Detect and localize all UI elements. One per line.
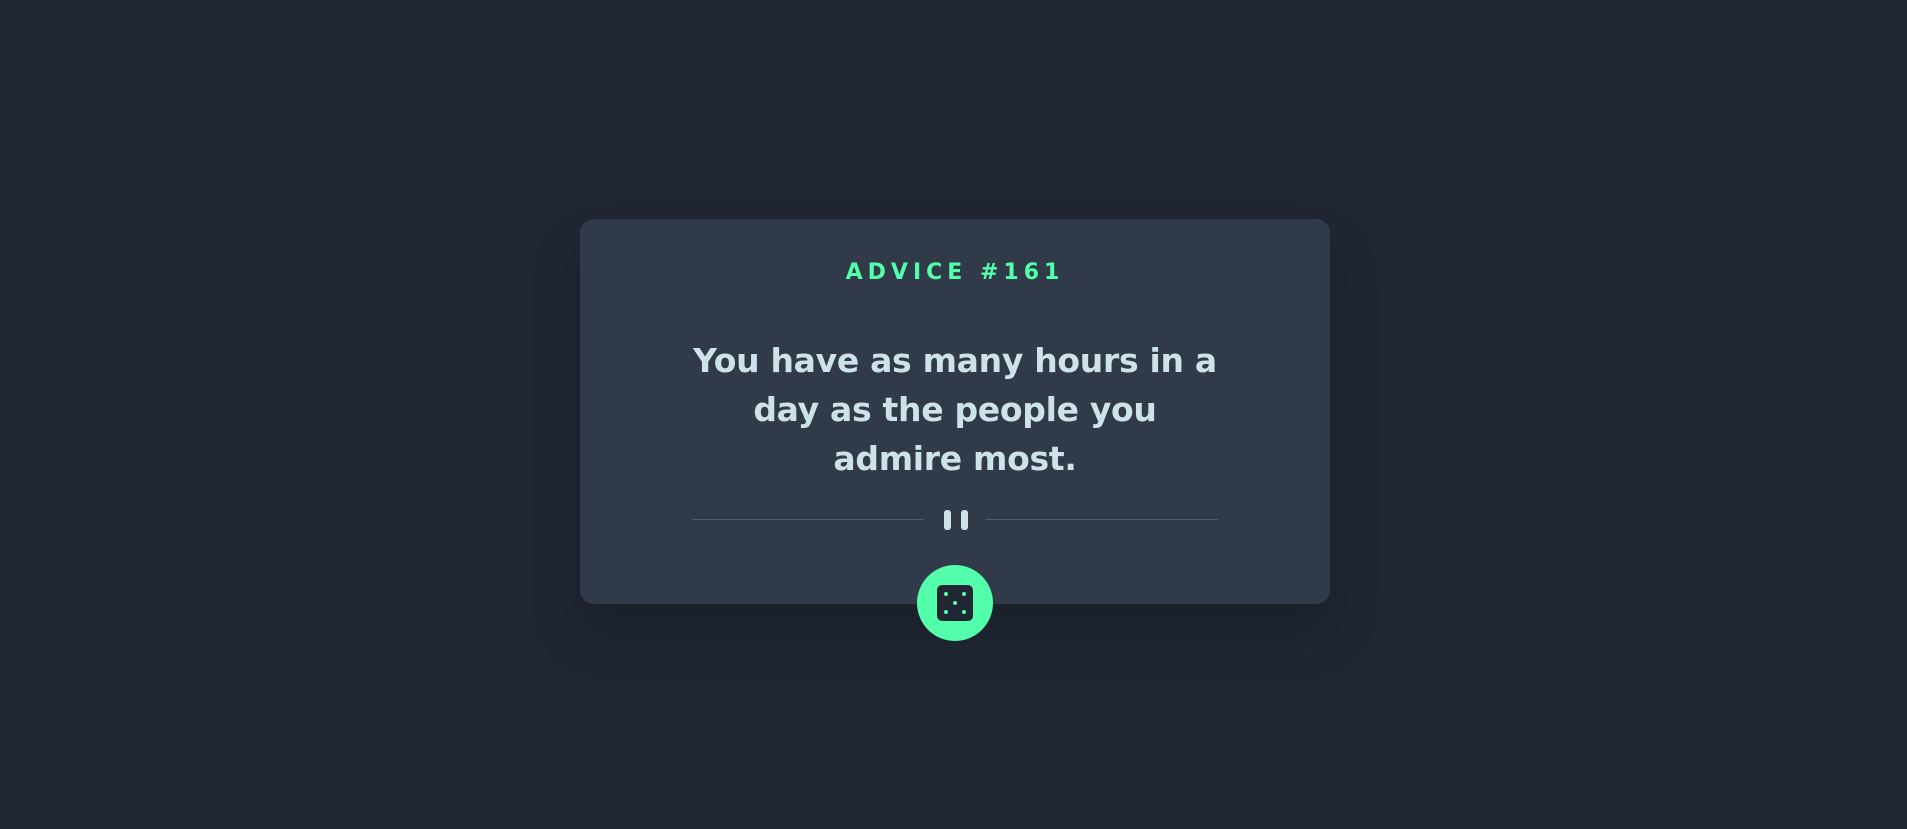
divider-line-left <box>692 519 924 520</box>
advice-quote: You have as many hours in a day as the p… <box>693 341 1217 478</box>
dice-icon <box>937 585 973 621</box>
divider-line-right <box>986 519 1218 520</box>
advice-id-heading: ADVICE #161 <box>845 259 1065 285</box>
new-advice-dice-button[interactable] <box>917 565 993 641</box>
card-divider <box>692 510 1218 530</box>
pause-bar-left <box>944 510 951 530</box>
advice-card: ADVICE #161 You have as many hours in a … <box>580 219 1330 604</box>
pause-bar-right <box>961 510 968 530</box>
pause-icon <box>944 510 968 530</box>
